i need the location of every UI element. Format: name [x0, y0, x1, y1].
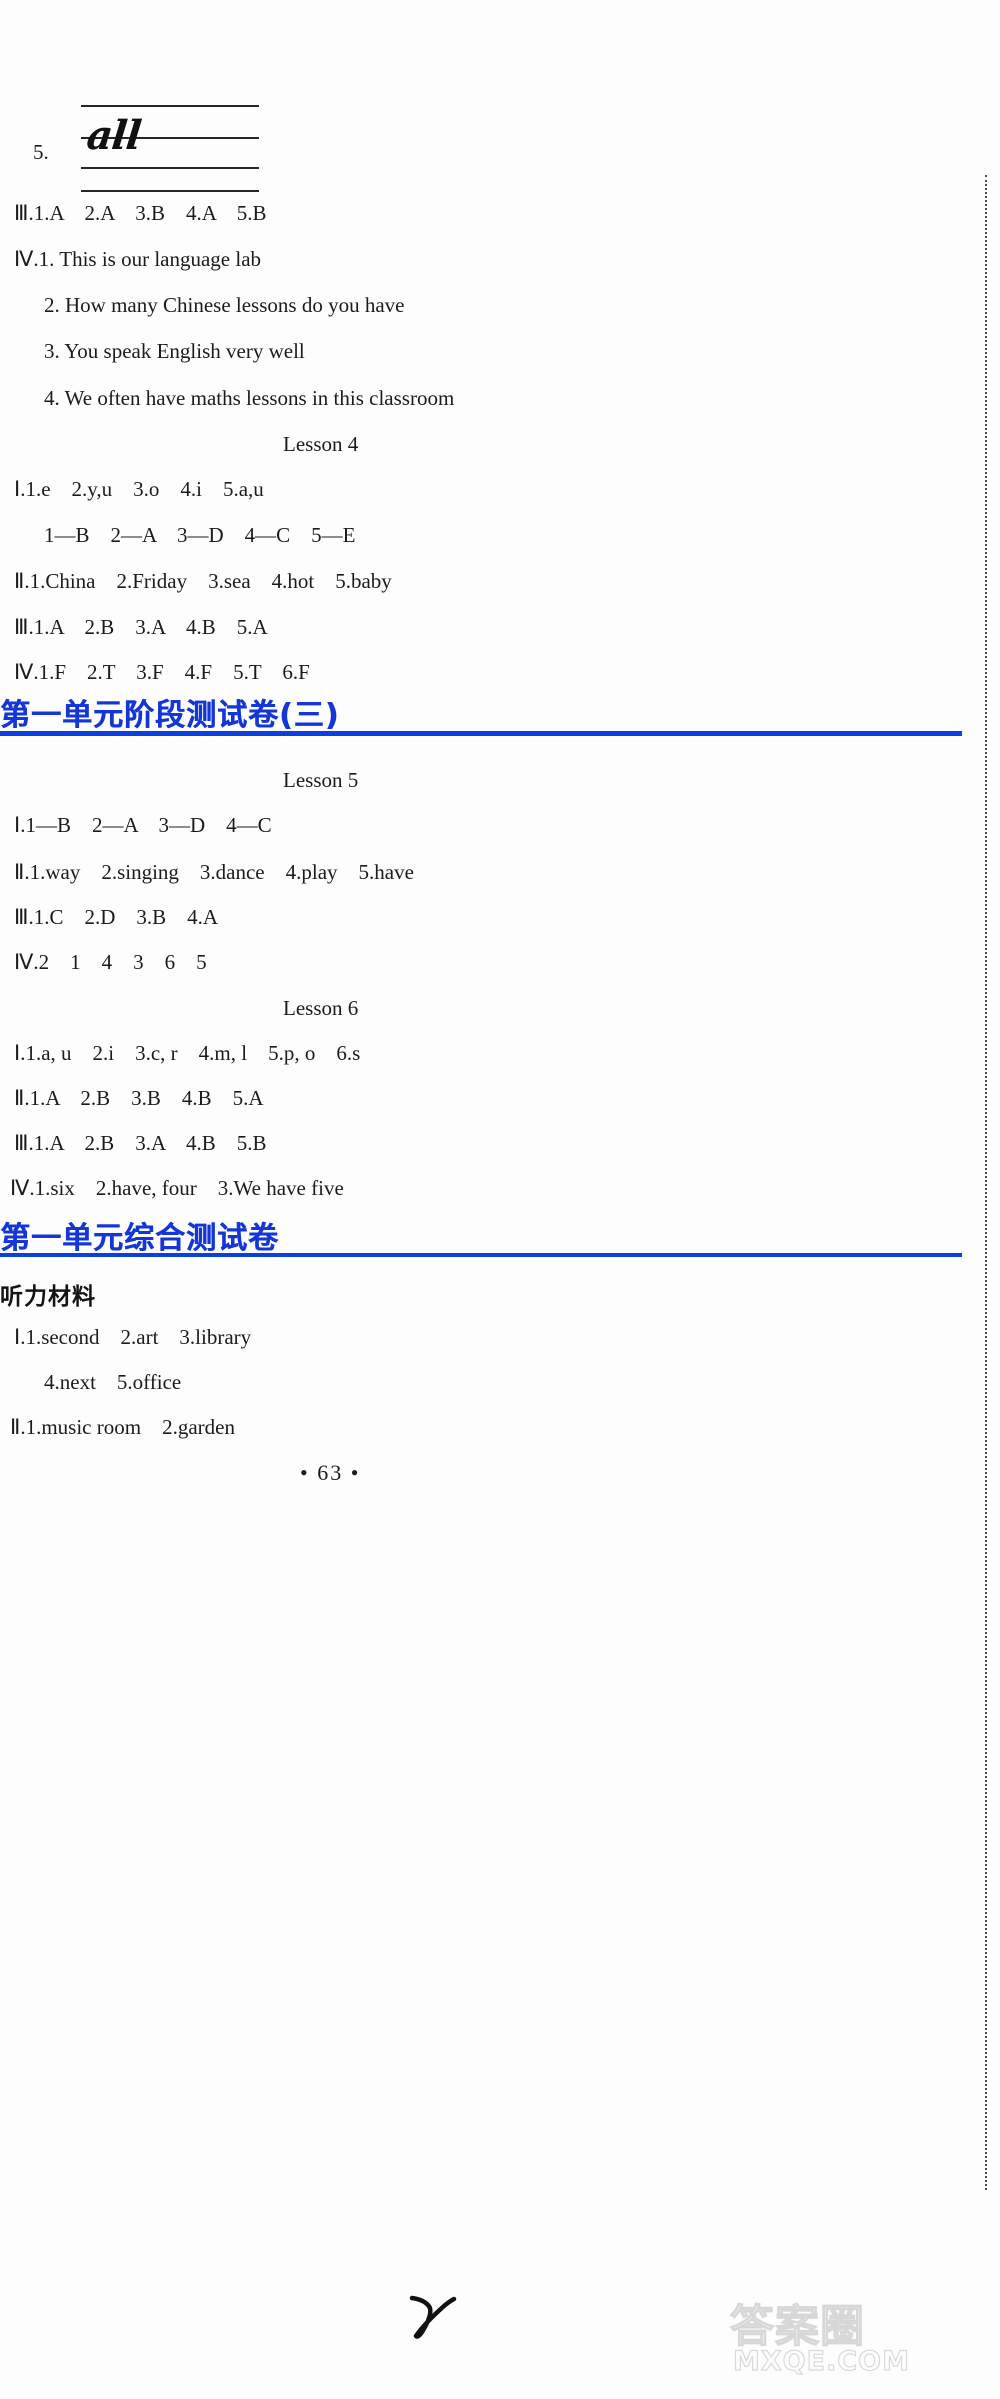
page-cut-dotted-line — [985, 175, 987, 2190]
lesson-label: Lesson 5 — [283, 768, 359, 792]
answer-line: 1—B 2—A 3—D 4—C 5—E — [44, 523, 356, 547]
lesson-label: Lesson 4 — [283, 432, 359, 456]
watermark-chinese-text: 答案圈 — [729, 2300, 865, 2352]
answer-line: Ⅱ.1.A 2.B 3.B 4.B 5.A — [14, 1086, 264, 1110]
answer-line: Ⅲ.1.A 2.B 3.A 4.B 5.B — [14, 1131, 267, 1155]
answer-line: Ⅳ.1. This is our language lab — [14, 247, 262, 271]
answer-line: 2. How many Chinese lessons do you have — [44, 293, 405, 317]
site-watermark: 答案圈 MXQE.COM — [729, 2290, 980, 2390]
handwritten-word: all — [84, 112, 143, 159]
answer-line: Ⅲ.1.A 2.A 3.B 4.A 5.B — [14, 201, 267, 225]
answer-line: Ⅱ.1.China 2.Friday 3.sea 4.hot 5.baby — [14, 569, 392, 593]
lesson-label: Lesson 6 — [283, 996, 359, 1020]
answer-line: Ⅱ.1.music room 2.garden — [10, 1415, 235, 1439]
answer-key-page: 5. all Ⅲ.1.A 2.A 3.B 4.A 5.B Ⅳ.1. This i… — [0, 0, 1000, 2399]
answer-line: Ⅱ.1.way 2.singing 3.dance 4.play 5.have — [14, 860, 414, 884]
heading-rule — [0, 1253, 962, 1257]
answer-line: Ⅲ.1.A 2.B 3.A 4.B 5.A — [14, 615, 268, 639]
page-number: • 63 • — [300, 1460, 361, 1485]
handwritten-scribble-mark — [409, 2295, 457, 2339]
answer-line: Ⅳ.2 1 4 3 6 5 — [14, 950, 207, 974]
section-heading-unit1-stage-test-3: 第一单元阶段测试卷(三) — [0, 698, 340, 733]
answer-line: 4.next 5.office — [44, 1370, 182, 1394]
answer-line: Ⅰ.1.second 2.art 3.library — [14, 1325, 252, 1349]
answer-line: Ⅳ.1.F 2.T 3.F 4.F 5.T 6.F — [14, 660, 310, 684]
heading-rule — [0, 731, 962, 736]
handwriting-exercise: 5. all — [33, 100, 323, 192]
listening-material-subheading: 听力材料 — [0, 1284, 96, 1310]
watermark-english-text: MXQE.COM — [732, 2345, 910, 2377]
answer-line: Ⅲ.1.C 2.D 3.B 4.A — [14, 905, 219, 929]
section-heading-unit1-comprehensive-test: 第一单元综合测试卷 — [0, 1221, 279, 1256]
answer-line: Ⅰ.1—B 2—A 3—D 4—C — [14, 813, 272, 837]
handwriting-item-number: 5. — [33, 140, 49, 164]
answer-line: 4. We often have maths lessons in this c… — [44, 386, 455, 410]
answer-line: 3. You speak English very well — [44, 339, 305, 363]
answer-line: Ⅰ.1.e 2.y,u 3.o 4.i 5.a,u — [14, 477, 264, 501]
answer-line: Ⅳ.1.six 2.have, four 3.We have five — [10, 1176, 344, 1200]
answer-line: Ⅰ.1.a, u 2.i 3.c, r 4.m, l 5.p, o 6.s — [14, 1041, 361, 1065]
